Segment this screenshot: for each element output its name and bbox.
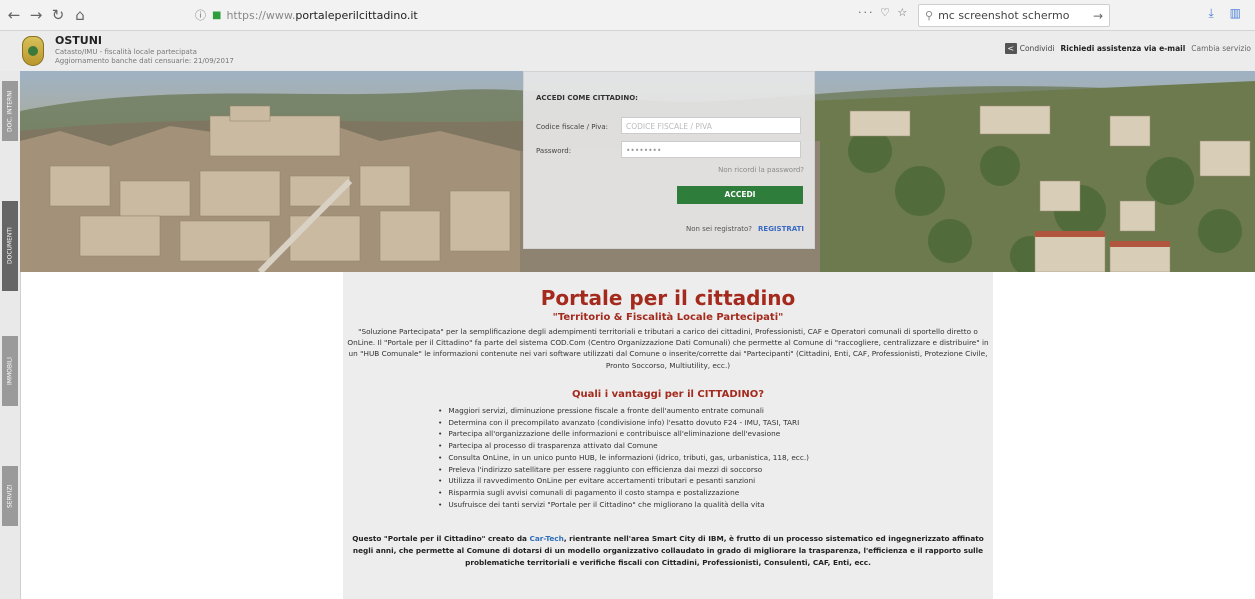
search-icon: ⚲	[925, 9, 934, 22]
not-registered-text: Non sei registrato?	[685, 225, 753, 233]
benefit-item: Maggiori servizi, diminuzione pressione …	[438, 405, 809, 417]
download-library-icons[interactable]: ⤓ ▥	[1209, 6, 1247, 21]
intro-paragraph: "Soluzione Partecipata" per la semplific…	[347, 327, 989, 370]
town-crest-logo	[22, 36, 44, 66]
update-info: Aggiornamento banche dati censuarie: 21/…	[55, 57, 234, 65]
side-strip: DOC. INTERNI DOCUMENTI IMMOBILI SERVIZI	[0, 71, 21, 599]
address-bar[interactable]: ⓘ ■ https://www. portaleperilcittadino.it	[195, 5, 895, 25]
back-icon[interactable]: ←	[6, 6, 22, 24]
page-title: Portale per il cittadino	[540, 286, 796, 310]
browser-toolbar: ← → ↻ ⌂ ⓘ ■ https://www. portaleperilcitt…	[0, 0, 1255, 31]
benefit-item: Usufruisce dei tanti servizi "Portale pe…	[438, 499, 809, 511]
benefit-item: Consulta OnLine, in un unico punto HUB, …	[438, 452, 809, 464]
citizen-login-form: ACCEDI COME CITTADINO: Codice fiscale / …	[523, 71, 815, 249]
cartech-link[interactable]: Car-Tech	[530, 534, 564, 543]
side-tab-servizi[interactable]: SERVIZI	[2, 466, 18, 526]
benefit-item: Preleva l'indirizzo satellitare per esse…	[438, 464, 809, 476]
benefit-item: Risparmia sugli avvisi comunali di pagam…	[438, 487, 809, 499]
town-name: OSTUNI	[55, 34, 103, 47]
share-icon[interactable]: <	[1004, 43, 1017, 54]
header-actions: < Condividi Richiedi assistenza via e-ma…	[1004, 43, 1251, 54]
page-actions-icon[interactable]: ··· ♡ ☆	[858, 6, 909, 19]
side-tab-doc-interni[interactable]: DOC. INTERNI	[2, 81, 18, 141]
register-row: Non sei registrato? REGISTRATI	[686, 225, 804, 233]
register-link[interactable]: REGISTRATI	[758, 225, 804, 233]
site-header: OSTUNI Catasto/IMU - fiscalità locale pa…	[0, 31, 1255, 72]
search-value: mc screenshot schermo	[938, 9, 1070, 22]
closing-text-start: Questo "Portale per il Cittadino" creato…	[352, 534, 530, 543]
lock-icon: ■	[212, 9, 222, 21]
benefits-title: Quali i vantaggi per il CITTADINO?	[571, 389, 765, 400]
side-tab-documenti[interactable]: DOCUMENTI	[2, 201, 18, 291]
login-title: ACCEDI COME CITTADINO:	[536, 94, 638, 102]
password-label: Password:	[536, 147, 572, 155]
reload-icon[interactable]: ↻	[50, 6, 66, 24]
share-link[interactable]: Condividi	[1020, 44, 1055, 53]
closing-paragraph: Questo "Portale per il Cittadino" creato…	[349, 533, 987, 569]
home-icon[interactable]: ⌂	[72, 6, 88, 24]
support-email-link[interactable]: Richiedi assistenza via e-mail	[1061, 44, 1186, 53]
search-go-icon[interactable]: →	[1093, 9, 1103, 23]
search-input[interactable]: ⚲ mc screenshot schermo →	[918, 4, 1110, 27]
service-description: Catasto/IMU - fiscalità locale partecipa…	[55, 48, 197, 56]
benefit-item: Partecipa al processo di trasparenza att…	[438, 440, 809, 452]
tax-code-label: Codice fiscale / Piva:	[536, 123, 608, 131]
benefits-list: Maggiori servizi, diminuzione pressione …	[438, 405, 809, 510]
benefit-item: Utilizza il ravvedimento OnLine per evit…	[438, 475, 809, 487]
portal-description-panel: Portale per il cittadino "Territorio & F…	[343, 272, 993, 599]
side-tab-immobili[interactable]: IMMOBILI	[2, 336, 18, 406]
forward-icon[interactable]: →	[28, 6, 44, 24]
password-input[interactable]: ••••••••	[621, 141, 801, 158]
page-subtitle: "Territorio & Fiscalità Locale Partecipa…	[552, 312, 784, 323]
forgot-password-link[interactable]: Non ricordi la password?	[718, 166, 804, 174]
tax-code-input[interactable]: CODICE FISCALE / PIVA	[621, 117, 801, 134]
benefit-item: Partecipa all'organizzazione delle infor…	[438, 428, 809, 440]
change-service-link[interactable]: Cambia servizio	[1191, 44, 1251, 53]
url-protocol: https://www.	[226, 8, 296, 22]
login-button[interactable]: ACCEDI	[677, 186, 803, 204]
info-icon[interactable]: ⓘ	[195, 7, 206, 23]
url-host: portaleperilcittadino.it	[295, 8, 418, 22]
benefit-item: Determina con il precompilato avanzato (…	[438, 417, 809, 429]
